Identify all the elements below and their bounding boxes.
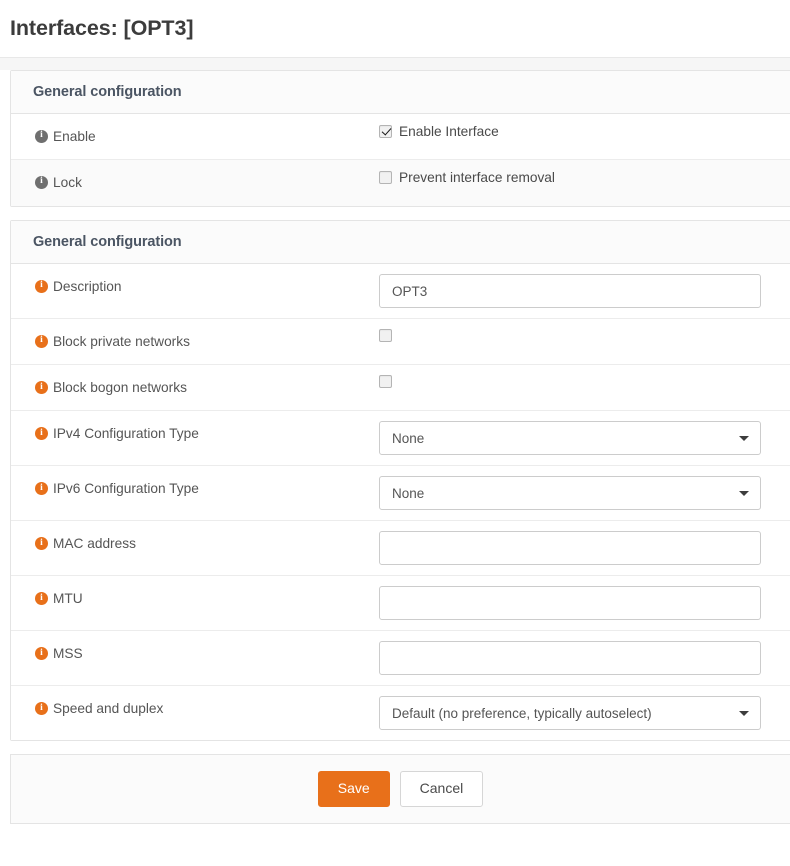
ipv4-configuration-type-value: None (392, 431, 424, 446)
row-mss: i MSS (11, 631, 790, 686)
info-icon-enable[interactable]: i (35, 130, 48, 143)
card-general-configuration-detail: General configuration i Description i Bl… (10, 220, 790, 741)
label-block-private-networks: i Block private networks (11, 319, 379, 364)
row-ipv4-configuration-type: i IPv4 Configuration Type None (11, 411, 790, 466)
row-lock: i Lock Prevent interface removal (11, 160, 790, 206)
checkbox-block-bogon-networks[interactable] (379, 375, 392, 388)
info-icon-description[interactable]: i (35, 280, 48, 293)
label-mac-address: i MAC address (11, 521, 379, 566)
checkbox-prevent-interface-removal-box[interactable] (379, 171, 392, 184)
row-block-private-networks: i Block private networks (11, 319, 790, 365)
description-input[interactable] (379, 274, 761, 308)
row-enable: i Enable Enable Interface (11, 114, 790, 160)
card-header-general-detail: General configuration (11, 221, 790, 264)
control-block-private-networks (379, 319, 790, 352)
checkbox-enable-interface-box[interactable] (379, 125, 392, 138)
row-description: i Description (11, 264, 790, 319)
label-speed-and-duplex-text: Speed and duplex (53, 700, 163, 717)
checkbox-enable-interface-label: Enable Interface (399, 124, 499, 139)
checkbox-block-private-networks[interactable] (379, 329, 392, 342)
control-block-bogon-networks (379, 365, 790, 398)
label-block-bogon-networks-text: Block bogon networks (53, 379, 187, 396)
card-general-configuration-basic: General configuration i Enable Enable In… (10, 70, 790, 207)
control-description (379, 264, 790, 318)
label-enable: i Enable (11, 114, 379, 159)
label-enable-text: Enable (53, 128, 96, 145)
control-mac-address (379, 521, 790, 575)
control-ipv4-configuration-type: None (379, 411, 790, 465)
page-title: Interfaces: [OPT3] (10, 16, 193, 41)
control-mtu (379, 576, 790, 630)
control-ipv6-configuration-type: None (379, 466, 790, 520)
control-enable: Enable Interface (379, 114, 790, 149)
label-mss: i MSS (11, 631, 379, 676)
label-description-text: Description (53, 278, 121, 295)
label-ipv4-configuration-type: i IPv4 Configuration Type (11, 411, 379, 456)
label-block-private-networks-text: Block private networks (53, 333, 190, 350)
card-header-general-basic: General configuration (11, 71, 790, 114)
checkbox-enable-interface[interactable]: Enable Interface (379, 124, 499, 139)
save-button[interactable]: Save (318, 771, 390, 806)
info-icon-mtu[interactable]: i (35, 592, 48, 605)
row-block-bogon-networks: i Block bogon networks (11, 365, 790, 411)
label-speed-and-duplex: i Speed and duplex (11, 686, 379, 731)
row-mac-address: i MAC address (11, 521, 790, 576)
ipv6-configuration-type-select[interactable]: None (379, 476, 761, 510)
ipv6-configuration-type-value: None (392, 486, 424, 501)
checkbox-prevent-interface-removal[interactable]: Prevent interface removal (379, 170, 555, 185)
control-speed-and-duplex: Default (no preference, typically autose… (379, 686, 790, 740)
info-icon-mac-address[interactable]: i (35, 537, 48, 550)
mss-input[interactable] (379, 641, 761, 675)
checkbox-prevent-interface-removal-label: Prevent interface removal (399, 170, 555, 185)
speed-and-duplex-value: Default (no preference, typically autose… (392, 706, 652, 721)
speed-and-duplex-select[interactable]: Default (no preference, typically autose… (379, 696, 761, 730)
checkbox-block-private-networks-box[interactable] (379, 329, 392, 342)
card-body-general-basic: i Enable Enable Interface i Lock (11, 114, 790, 206)
label-lock-text: Lock (53, 174, 82, 191)
chevron-down-icon (739, 491, 749, 496)
mtu-input[interactable] (379, 586, 761, 620)
mac-address-input[interactable] (379, 531, 761, 565)
label-block-bogon-networks: i Block bogon networks (11, 365, 379, 410)
checkbox-block-bogon-networks-box[interactable] (379, 375, 392, 388)
control-mss (379, 631, 790, 685)
label-ipv6-configuration-type: i IPv6 Configuration Type (11, 466, 379, 511)
info-icon-mss[interactable]: i (35, 647, 48, 660)
info-icon-lock[interactable]: i (35, 176, 48, 189)
row-speed-and-duplex: i Speed and duplex Default (no preferenc… (11, 686, 790, 740)
page-header: Interfaces: [OPT3] (0, 0, 790, 58)
chevron-down-icon (739, 711, 749, 716)
info-icon-speed-and-duplex[interactable]: i (35, 702, 48, 715)
header-spacer (0, 58, 790, 70)
row-ipv6-configuration-type: i IPv6 Configuration Type None (11, 466, 790, 521)
label-description: i Description (11, 264, 379, 309)
info-icon-block-bogon-networks[interactable]: i (35, 381, 48, 394)
info-icon-block-private-networks[interactable]: i (35, 335, 48, 348)
card-body-general-detail: i Description i Block private networks (11, 264, 790, 740)
info-icon-ipv4-configuration-type[interactable]: i (35, 427, 48, 440)
control-lock: Prevent interface removal (379, 160, 790, 195)
page-root: Interfaces: [OPT3] General configuration… (0, 0, 790, 866)
label-mss-text: MSS (53, 645, 83, 662)
label-mtu-text: MTU (53, 590, 83, 607)
label-ipv6-configuration-type-text: IPv6 Configuration Type (53, 480, 199, 497)
chevron-down-icon (739, 436, 749, 441)
label-mac-address-text: MAC address (53, 535, 136, 552)
label-ipv4-configuration-type-text: IPv4 Configuration Type (53, 425, 199, 442)
label-lock: i Lock (11, 160, 379, 205)
row-mtu: i MTU (11, 576, 790, 631)
label-mtu: i MTU (11, 576, 379, 621)
info-icon-ipv6-configuration-type[interactable]: i (35, 482, 48, 495)
ipv4-configuration-type-select[interactable]: None (379, 421, 761, 455)
cancel-button[interactable]: Cancel (400, 771, 484, 806)
form-actions-bar: Save Cancel (10, 754, 790, 823)
